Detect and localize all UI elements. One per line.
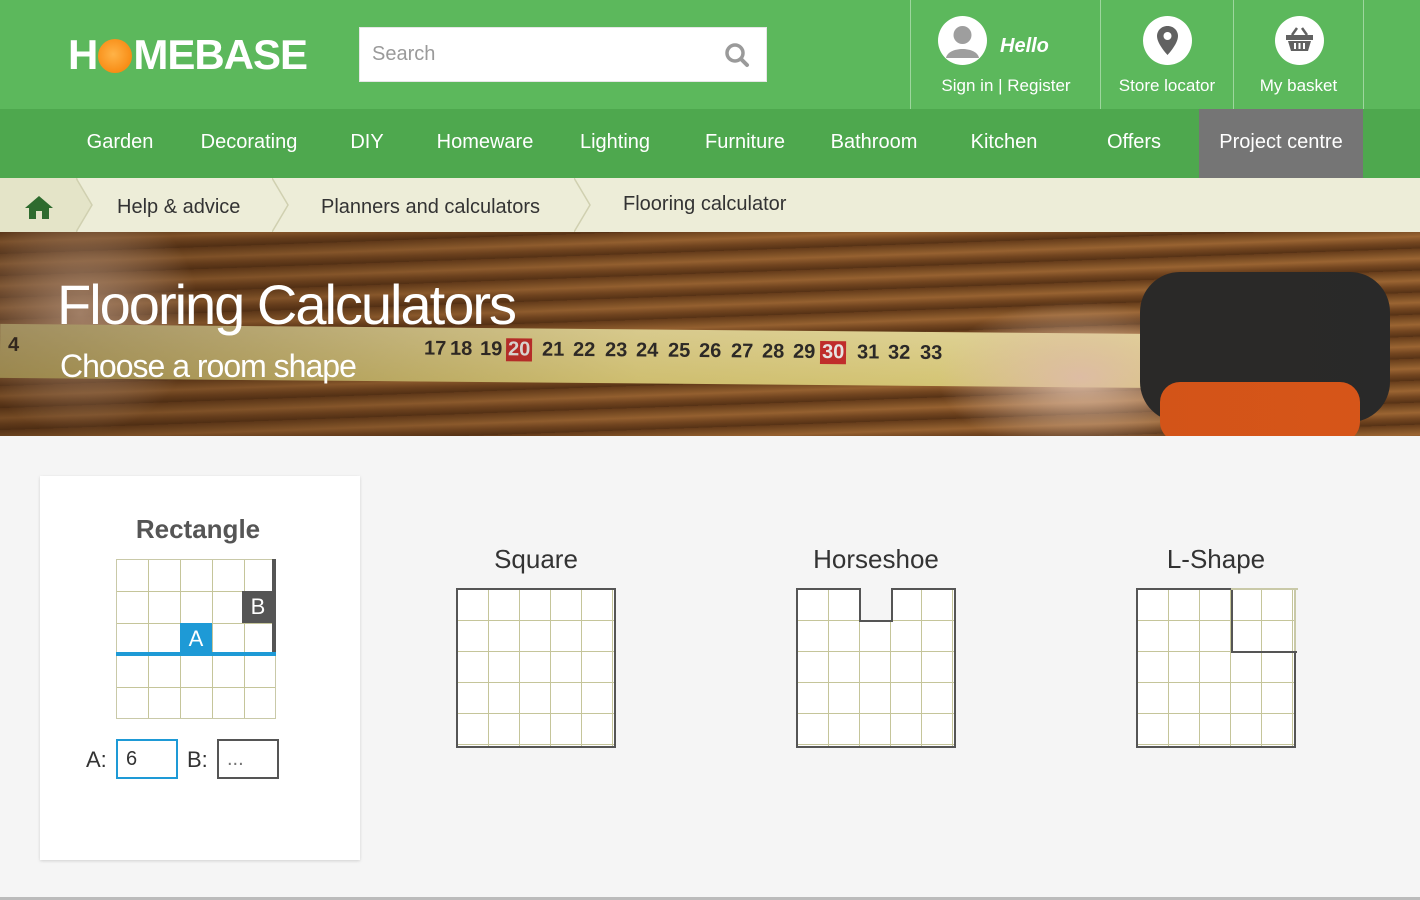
breadcrumb-planners-calculators[interactable]: Planners and calculators — [321, 178, 540, 232]
nav-item-garden[interactable]: Garden — [66, 109, 174, 178]
shape-title-horseshoe[interactable]: Horseshoe — [776, 544, 976, 575]
shape-title-square[interactable]: Square — [436, 544, 636, 575]
search-input[interactable] — [360, 28, 700, 81]
l-shape-cutout-edge — [1231, 588, 1297, 653]
hello-greeting: Hello — [1000, 35, 1049, 57]
horseshoe-diagram[interactable] — [796, 588, 956, 748]
homebase-logo[interactable]: H MEBASE — [68, 34, 308, 76]
sun-logo-icon — [98, 39, 133, 73]
map-pin-icon — [1143, 16, 1192, 65]
basket-icon — [1275, 16, 1324, 65]
l-shape-right-wall — [1294, 653, 1296, 748]
user-avatar-icon — [938, 16, 987, 65]
nav-item-project-centre[interactable]: Project centre — [1199, 109, 1363, 178]
wall-b-label: B — [242, 591, 274, 623]
dimension-b-input[interactable] — [217, 739, 279, 779]
search-icon[interactable] — [724, 42, 750, 68]
home-icon — [25, 196, 53, 219]
nav-item-lighting[interactable]: Lighting — [564, 109, 666, 178]
square-diagram[interactable] — [456, 588, 616, 748]
hero-image-hand — [940, 302, 1220, 436]
store-locator-label: Store locator — [1118, 76, 1216, 95]
field-b-label: B: — [187, 747, 208, 772]
l-shape-diagram[interactable] — [1136, 588, 1298, 748]
nav-item-furniture[interactable]: Furniture — [690, 109, 800, 178]
nav-item-diy[interactable]: DIY — [330, 109, 404, 178]
page-title: Flooring Calculators — [57, 273, 517, 336]
site-header: HMEBASE Hello Sign in | Register Store l… — [0, 0, 1420, 109]
l-shape-cutout-top — [1231, 588, 1298, 590]
hero-image-tape-case — [1140, 272, 1390, 436]
nav-item-bathroom[interactable]: Bathroom — [818, 109, 930, 178]
breadcrumb-home[interactable] — [0, 178, 78, 232]
basket-label: My basket — [1259, 76, 1338, 95]
shape-title-l-shape[interactable]: L-Shape — [1116, 544, 1316, 575]
breadcrumb: Help & advice Planners and calculators F… — [0, 178, 1420, 232]
nav-item-kitchen[interactable]: Kitchen — [954, 109, 1054, 178]
wall-a-label: A — [180, 623, 212, 655]
field-a-label: A: — [86, 747, 107, 772]
shape-title-rectangle: Rectangle — [135, 514, 261, 544]
horseshoe-notch — [859, 588, 893, 622]
breadcrumb-current: Flooring calculator — [623, 193, 787, 215]
hero-banner: 4 17 18 19 20 21 22 23 24 25 26 27 28 29… — [0, 232, 1420, 436]
breadcrumb-separator-icon — [76, 178, 93, 232]
search-box — [359, 27, 767, 82]
breadcrumb-separator-icon — [574, 178, 591, 232]
nav-item-offers[interactable]: Offers — [1090, 109, 1178, 178]
breadcrumb-separator-icon — [272, 178, 289, 232]
basket-button[interactable]: My basket — [1233, 0, 1364, 109]
main-nav: Garden Decorating DIY Homeware Lighting … — [0, 109, 1420, 178]
store-locator-button[interactable]: Store locator — [1100, 0, 1233, 109]
breadcrumb-help-advice[interactable]: Help & advice — [117, 178, 240, 232]
nav-item-decorating[interactable]: Decorating — [186, 109, 312, 178]
nav-item-homeware[interactable]: Homeware — [420, 109, 550, 178]
page-subtitle: Choose a room shape — [60, 348, 357, 384]
sign-in-register-link[interactable]: Sign in | Register — [911, 76, 1101, 96]
dimension-a-input[interactable] — [116, 739, 178, 779]
account-menu[interactable]: Hello Sign in | Register — [910, 0, 1101, 109]
